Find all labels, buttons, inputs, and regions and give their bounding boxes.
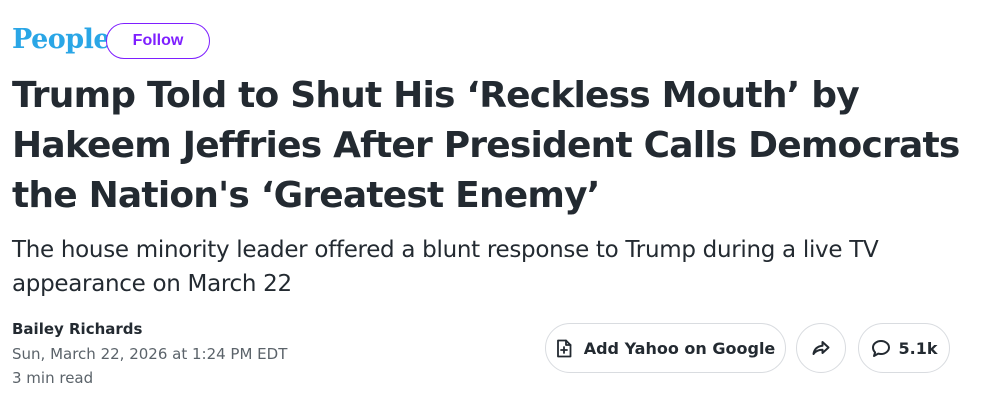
comments-button[interactable]: 5.1k bbox=[858, 323, 950, 373]
article-subheadline: The house minority leader offered a blun… bbox=[12, 237, 879, 297]
share-arrow-icon bbox=[812, 340, 830, 356]
follow-button[interactable]: Follow bbox=[106, 23, 210, 59]
comments-count: 5.1k bbox=[898, 338, 938, 358]
article-headline: Trump Told to Shut His ‘Reckless Mouth’ … bbox=[12, 75, 960, 216]
publish-date: Sun, March 22, 2026 at 1:24 PM EDT bbox=[12, 345, 288, 363]
people-logo[interactable]: People bbox=[12, 22, 111, 58]
add-yahoo-on-google-button[interactable]: Add Yahoo on Google bbox=[545, 323, 786, 373]
share-button[interactable] bbox=[796, 323, 846, 373]
document-plus-icon bbox=[556, 339, 572, 358]
comment-bubble-icon bbox=[871, 339, 891, 358]
add-yahoo-on-google-label: Add Yahoo on Google bbox=[583, 338, 776, 358]
author-link[interactable]: Bailey Richards bbox=[12, 320, 142, 338]
read-time: 3 min read bbox=[12, 369, 94, 387]
